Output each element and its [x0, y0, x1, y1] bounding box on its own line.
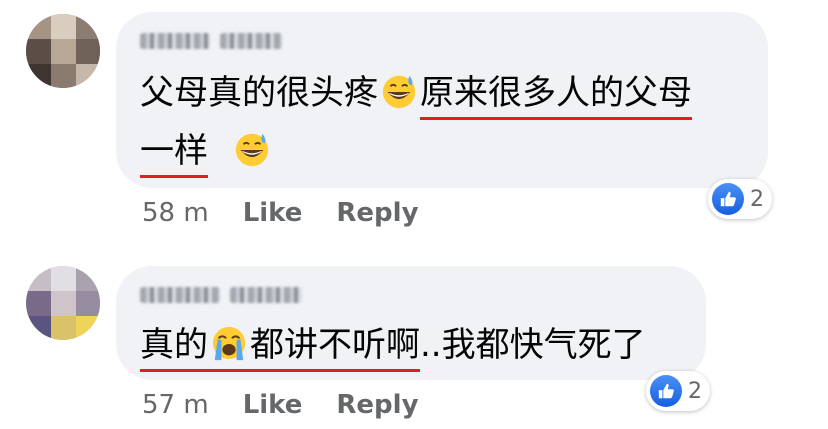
- reaction-count: 2: [750, 186, 764, 212]
- grinning-sweat-emoji-icon: [235, 133, 268, 167]
- comment-text-part: ..我都快气死了: [420, 325, 646, 365]
- comment-text-part: 都讲不听啊: [250, 325, 420, 365]
- thumbs-up-icon: [650, 375, 682, 407]
- highlighted-text: 真的 都讲不听啊: [140, 316, 420, 374]
- timestamp[interactable]: 57 m: [142, 390, 209, 420]
- comment-text: 真的 都讲不听啊..我都快气死了: [140, 316, 646, 374]
- like-button[interactable]: Like: [243, 390, 303, 420]
- comment-text-part: 父母真的很头疼: [140, 73, 378, 113]
- comment-actions: 58 m Like Reply: [142, 198, 453, 228]
- author-name-blurred[interactable]: [140, 30, 282, 52]
- comment-bubble: 真的 都讲不听啊..我都快气死了: [116, 266, 706, 380]
- avatar[interactable]: [26, 14, 100, 88]
- reaction-badge[interactable]: 2: [646, 371, 710, 411]
- reaction-badge[interactable]: 2: [708, 179, 772, 219]
- highlighted-text: 原来很多人的父母: [420, 64, 692, 122]
- timestamp[interactable]: 58 m: [142, 198, 209, 228]
- avatar[interactable]: [26, 266, 100, 340]
- reply-button[interactable]: Reply: [336, 390, 418, 420]
- thumbs-up-icon: [712, 183, 744, 215]
- comment-text: 父母真的很头疼 原来很多人的父母 一样: [140, 64, 692, 180]
- highlighted-text: 一样: [140, 122, 208, 180]
- comment-text-part: 真的: [140, 325, 208, 365]
- reaction-count: 2: [688, 378, 702, 404]
- like-button[interactable]: Like: [243, 198, 303, 228]
- grinning-sweat-emoji-icon: [382, 75, 416, 109]
- loudly-crying-emoji-icon: [212, 326, 246, 361]
- reply-button[interactable]: Reply: [336, 198, 418, 228]
- comment-actions: 57 m Like Reply: [142, 390, 453, 420]
- comment-bubble: 父母真的很头疼 原来很多人的父母 一样: [116, 12, 768, 188]
- author-name-blurred[interactable]: [140, 284, 302, 306]
